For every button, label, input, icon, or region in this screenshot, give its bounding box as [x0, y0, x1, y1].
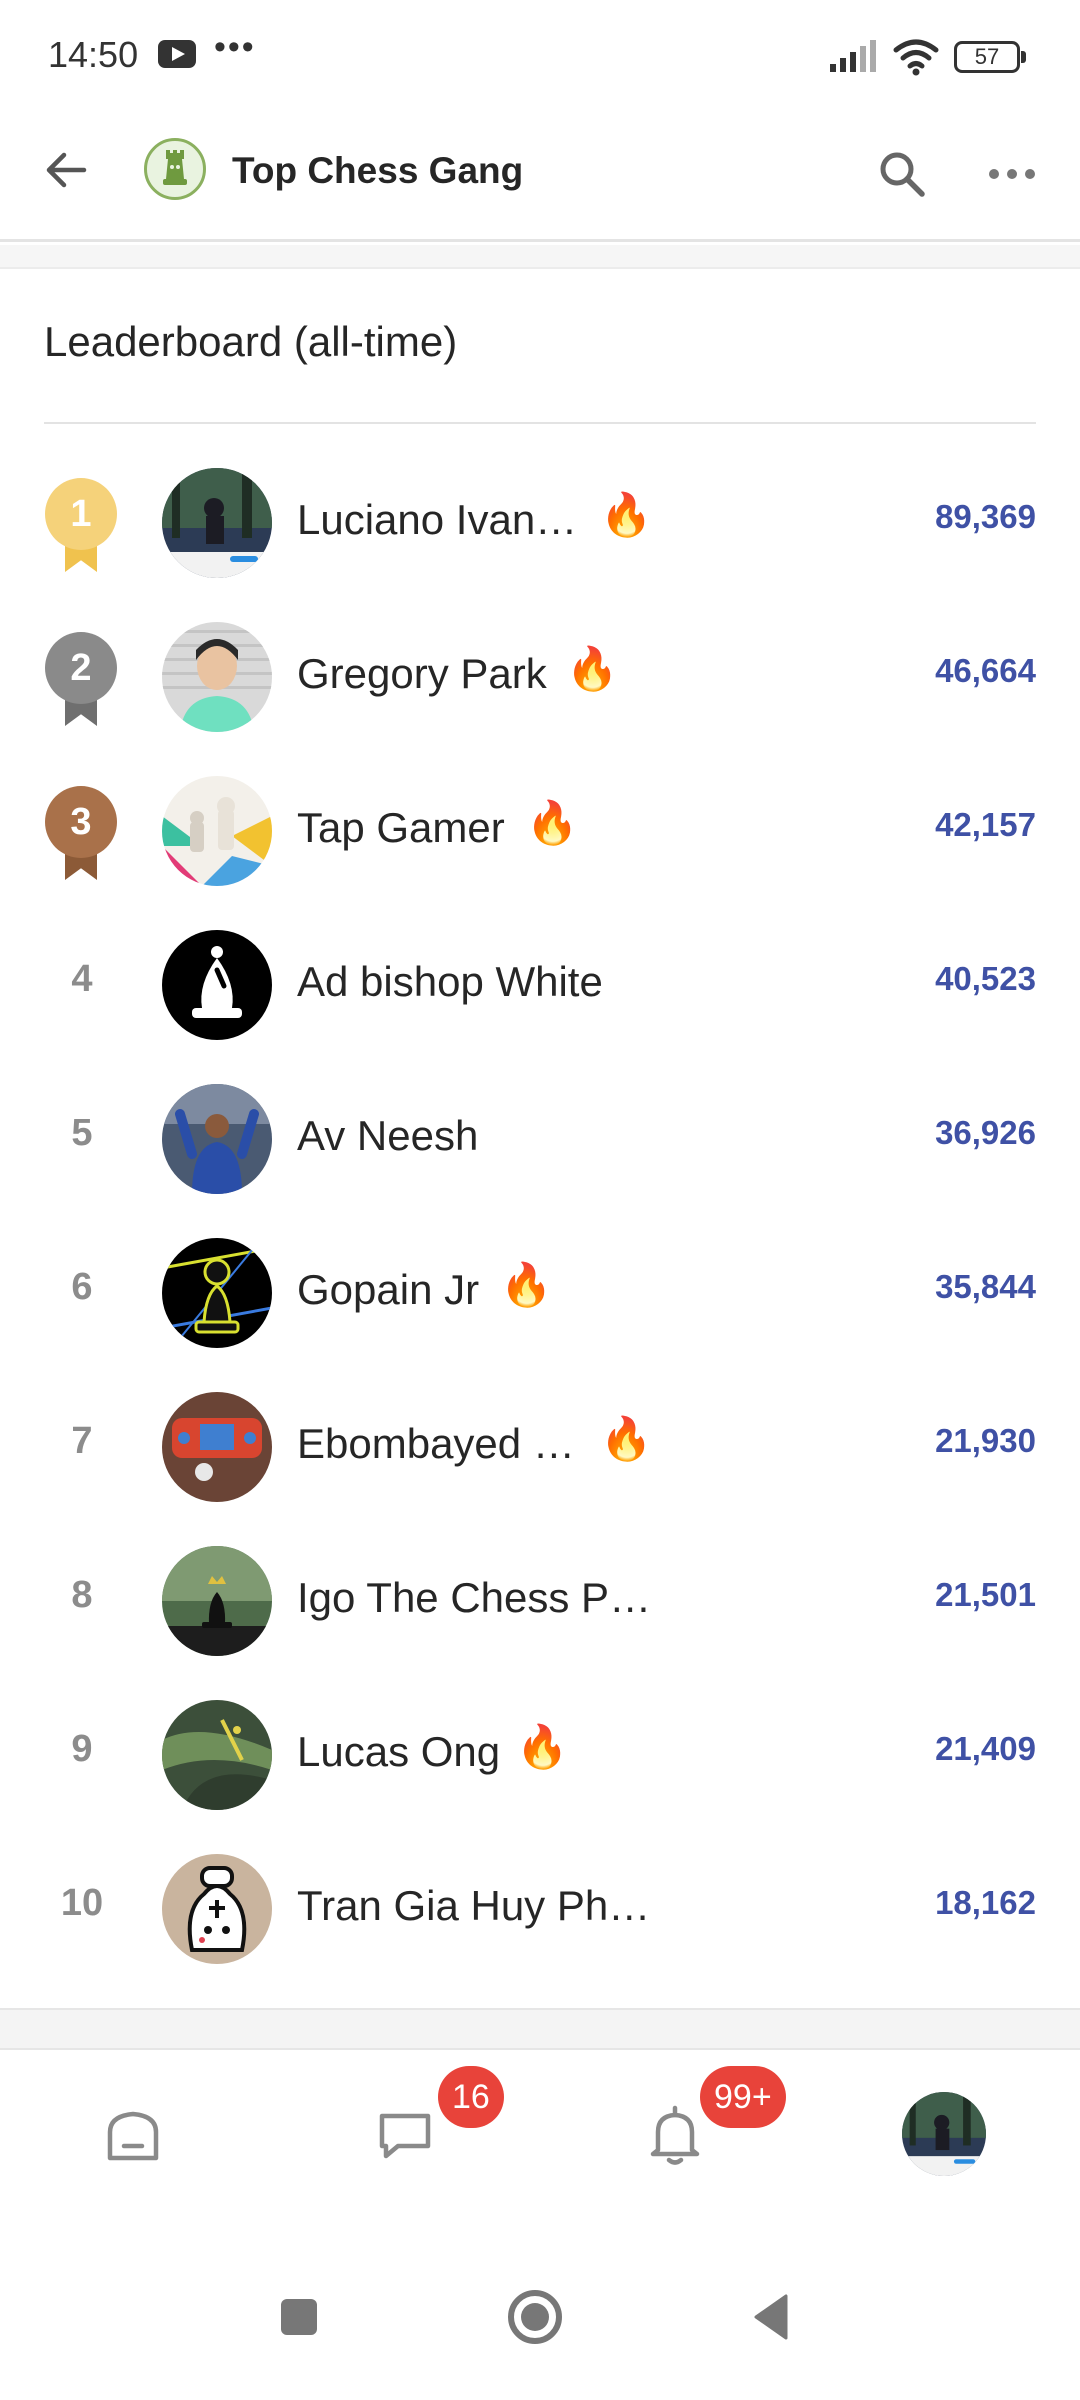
wifi-icon	[893, 39, 939, 76]
score: 21,501	[935, 1576, 1036, 1613]
rank-number: 3	[45, 786, 117, 858]
fire-icon: 🔥	[526, 799, 579, 846]
leaderboard-row[interactable]: 6 Gopain Jr 🔥 35,844	[0, 1216, 1080, 1370]
status-right-icons: 57	[828, 38, 1026, 76]
back-triangle-icon	[754, 2294, 788, 2340]
home-icon	[107, 2111, 159, 2161]
avatar[interactable]	[162, 1546, 272, 1656]
fire-icon: 🔥	[516, 1723, 569, 1770]
bottom-navigation: 16 99+	[0, 2050, 1080, 2220]
leaderboard-row[interactable]: 7 Ebombayed … 🔥 21,930	[0, 1370, 1080, 1524]
fire-icon: 🔥	[500, 1261, 553, 1308]
fire-icon: 🔥	[566, 645, 619, 692]
status-left-icons: •••	[158, 28, 256, 68]
avatar[interactable]	[162, 1700, 272, 1810]
fire-icon: 🔥	[600, 1415, 653, 1462]
nav-home[interactable]	[88, 2090, 178, 2180]
more-notifications-icon: •••	[214, 28, 256, 66]
member-name[interactable]: Igo The Chess P…	[297, 1574, 651, 1622]
search-button[interactable]	[872, 144, 932, 204]
system-navigation-bar	[0, 2230, 1080, 2400]
leaderboard-row[interactable]: 8 Igo The Chess P… 21,501	[0, 1524, 1080, 1678]
member-name[interactable]: Luciano Ivan…	[297, 496, 577, 544]
rank-number: 9	[71, 1728, 93, 1770]
rank-number: 7	[71, 1420, 93, 1462]
more-icon	[989, 169, 1035, 179]
score: 36,926	[935, 1114, 1036, 1151]
member-name[interactable]: Ebombayed …	[297, 1420, 575, 1468]
member-name[interactable]: Tap Gamer	[297, 804, 505, 852]
rank-number: 6	[71, 1266, 93, 1308]
member-name[interactable]: Tran Gia Huy Ph…	[297, 1882, 650, 1930]
leaderboard-title: Leaderboard (all-time)	[44, 318, 458, 365]
leaderboard-row[interactable]: 1 Luciano Ivan… 🔥 89,369	[0, 446, 1080, 600]
leaderboard-row[interactable]: 9 Lucas Ong 🔥 21,409	[0, 1678, 1080, 1832]
divider	[44, 422, 1036, 424]
avatar[interactable]	[162, 622, 272, 732]
bronze-medal-icon: 3	[42, 786, 120, 882]
leaderboard-row[interactable]: 3 Tap Gamer 🔥 42,157	[0, 754, 1080, 908]
leaderboard-row[interactable]: 4 Ad bishop White 40,523	[0, 908, 1080, 1062]
signal-icon	[830, 40, 876, 72]
group-logo-icon[interactable]	[144, 138, 206, 200]
leaderboard-row[interactable]: 5 Av Neesh 36,926	[0, 1062, 1080, 1216]
member-name[interactable]: Gopain Jr	[297, 1266, 479, 1314]
app-header: Top Chess Gang	[0, 110, 1080, 242]
section-separator	[0, 245, 1080, 269]
leaderboard-row[interactable]: 2 Gregory Park 🔥 46,664	[0, 600, 1080, 754]
search-icon	[880, 152, 925, 197]
avatar[interactable]	[162, 930, 272, 1040]
recent-apps-button[interactable]	[264, 2282, 334, 2352]
chat-icon	[379, 2113, 431, 2159]
youtube-icon	[158, 40, 196, 68]
avatar[interactable]	[162, 1084, 272, 1194]
score: 89,369	[935, 498, 1036, 535]
rank-number: 5	[71, 1112, 93, 1154]
profile-avatar[interactable]	[902, 2092, 986, 2176]
member-name[interactable]: Av Neesh	[297, 1112, 478, 1160]
leaderboard-row[interactable]: 10 Tran Gia Huy Ph… 18,162	[0, 1832, 1080, 1986]
messages-badge: 16	[438, 2066, 504, 2128]
avatar[interactable]	[162, 776, 272, 886]
battery-icon: 57	[954, 41, 1026, 73]
member-name[interactable]: Ad bishop White	[297, 958, 603, 1006]
home-circle-icon	[508, 2290, 562, 2344]
score: 18,162	[935, 1884, 1036, 1921]
nav-chats[interactable]	[360, 2090, 450, 2180]
rank-number: 10	[60, 1882, 104, 1924]
home-system-button[interactable]	[500, 2282, 570, 2352]
member-name[interactable]: Lucas Ong	[297, 1728, 500, 1776]
fire-icon: 🔥	[600, 491, 653, 538]
score: 35,844	[935, 1268, 1036, 1305]
score: 21,409	[935, 1730, 1036, 1767]
score: 40,523	[935, 960, 1036, 997]
member-name[interactable]: Gregory Park	[297, 650, 547, 698]
back-system-button[interactable]	[738, 2282, 808, 2352]
rank-number: 8	[71, 1574, 93, 1616]
avatar[interactable]	[162, 1854, 272, 1964]
avatar[interactable]	[162, 1392, 272, 1502]
status-time: 14:50	[48, 34, 139, 75]
avatar[interactable]	[162, 468, 272, 578]
recent-apps-icon	[281, 2299, 317, 2335]
score: 46,664	[935, 652, 1036, 689]
silver-medal-icon: 2	[42, 632, 120, 728]
score: 21,930	[935, 1422, 1036, 1459]
more-options-button[interactable]	[982, 144, 1042, 204]
back-arrow-icon	[46, 152, 87, 188]
rank-number: 2	[45, 632, 117, 704]
avatar[interactable]	[162, 1238, 272, 1348]
rank-number: 1	[45, 478, 117, 550]
status-bar: 14:50 ••• 57	[0, 0, 1080, 110]
section-separator	[0, 2008, 1080, 2050]
back-button[interactable]	[38, 142, 94, 198]
bell-icon	[650, 2105, 700, 2165]
rank-number: 4	[71, 958, 93, 1000]
group-title[interactable]: Top Chess Gang	[232, 150, 523, 192]
gold-medal-icon: 1	[42, 478, 120, 574]
notifications-badge: 99+	[700, 2066, 786, 2128]
score: 42,157	[935, 806, 1036, 843]
